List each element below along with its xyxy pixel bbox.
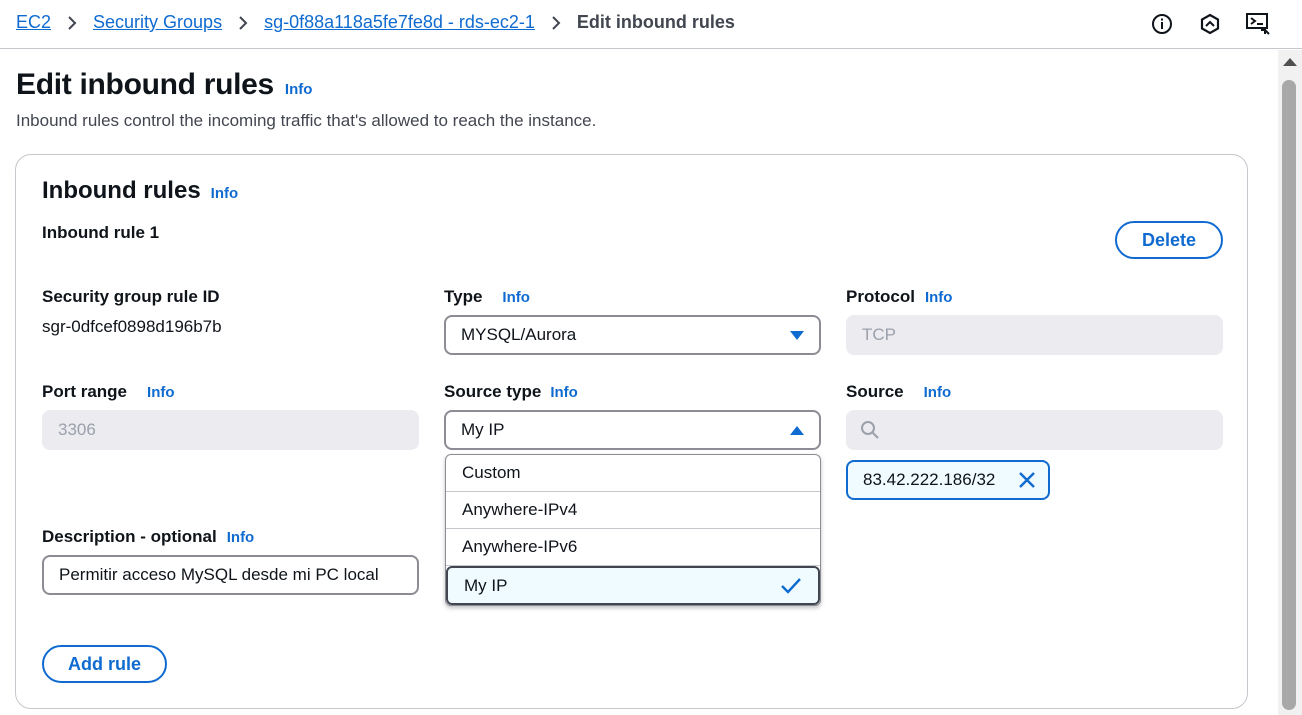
page-title: Edit inbound rules <box>16 68 274 101</box>
info-circle-icon[interactable] <box>1148 11 1176 37</box>
protocol-info-link[interactable]: Info <box>925 289 953 306</box>
source-label: Source Info <box>846 382 951 402</box>
type-info-link[interactable]: Info <box>502 289 530 306</box>
chevron-right-icon <box>67 15 77 31</box>
top-icons <box>1148 11 1272 37</box>
scrollbar[interactable] <box>1278 50 1302 715</box>
dropdown-option-label: Custom <box>462 463 521 482</box>
protocol-input: TCP <box>846 315 1223 355</box>
rule-title: Inbound rule 1 <box>42 223 160 242</box>
source-label-text: Source <box>846 382 904 401</box>
type-select-value: MYSQL/Aurora <box>461 325 577 344</box>
source-type-dropdown: Custom Anywhere-IPv4 Anywhere-IPv6 My IP <box>445 454 821 606</box>
scrollbar-thumb[interactable] <box>1282 80 1296 710</box>
checkmark-icon <box>780 577 802 595</box>
breadcrumb: EC2 Security Groups sg-0f88a118a5fe7fe8d… <box>16 12 735 33</box>
rule-id-label: Security group rule ID <box>42 287 220 307</box>
port-range-input: 3306 <box>42 410 419 450</box>
breadcrumb-ec2-link[interactable]: EC2 <box>16 12 51 33</box>
caret-up-icon <box>790 425 804 435</box>
page-header: Edit inbound rules Info <box>16 68 312 102</box>
scroll-up-arrow-icon[interactable] <box>1283 58 1297 66</box>
dropdown-option-custom[interactable]: Custom <box>446 455 820 492</box>
section-header: Inbound rules Info <box>42 177 238 205</box>
breadcrumb-security-group-link[interactable]: sg-0f88a118a5fe7fe8d - rds-ec2-1 <box>264 12 535 33</box>
rule-id-value: sgr-0dfcef0898d196b7b <box>42 317 222 336</box>
protocol-value: TCP <box>862 325 896 344</box>
page-info-link[interactable]: Info <box>285 81 313 98</box>
inbound-rules-container: Inbound rules Info Inbound rule 1 Delete… <box>15 154 1248 709</box>
description-input[interactable]: Permitir acceso MySQL desde mi PC local <box>42 555 419 595</box>
chevron-right-icon <box>238 15 248 31</box>
type-select[interactable]: MYSQL/Aurora <box>444 315 821 355</box>
protocol-label-text: Protocol <box>846 287 915 306</box>
rule-id-label-text: Security group rule ID <box>42 287 220 306</box>
close-icon[interactable] <box>1018 471 1036 489</box>
type-label: Type Info <box>444 287 530 307</box>
breadcrumb-security-groups-link[interactable]: Security Groups <box>93 12 222 33</box>
source-info-link[interactable]: Info <box>924 384 952 401</box>
description-label-text: Description - optional <box>42 527 217 546</box>
dropdown-option-anywhere-ipv4[interactable]: Anywhere-IPv4 <box>446 492 820 529</box>
section-info-link[interactable]: Info <box>211 185 239 202</box>
breadcrumb-current: Edit inbound rules <box>576 12 735 32</box>
port-range-value: 3306 <box>58 420 96 439</box>
source-type-select[interactable]: My IP <box>444 410 821 450</box>
source-type-info-link[interactable]: Info <box>550 384 578 401</box>
source-token-label: 83.42.222.186/32 <box>863 470 996 489</box>
source-type-label: Source type Info <box>444 382 578 402</box>
source-token: 83.42.222.186/32 <box>846 460 1050 500</box>
chevron-right-icon <box>551 15 561 31</box>
caret-down-icon <box>790 330 804 340</box>
port-range-label-text: Port range <box>42 382 128 401</box>
dropdown-option-my-ip[interactable]: My IP <box>446 566 820 605</box>
source-type-select-value: My IP <box>461 420 505 439</box>
description-info-link[interactable]: Info <box>227 529 255 546</box>
description-value: Permitir acceso MySQL desde mi PC local <box>59 565 379 584</box>
feedback-icon[interactable] <box>1244 11 1272 37</box>
page-description: Inbound rules control the incoming traff… <box>16 111 597 130</box>
notifications-icon[interactable] <box>1196 11 1224 37</box>
port-range-info-link[interactable]: Info <box>147 384 175 401</box>
add-rule-button[interactable]: Add rule <box>42 645 167 683</box>
type-label-text: Type <box>444 287 483 306</box>
section-title: Inbound rules <box>42 177 201 204</box>
source-type-label-text: Source type <box>444 382 542 401</box>
protocol-label: Protocol Info <box>846 287 952 307</box>
dropdown-option-anywhere-ipv6[interactable]: Anywhere-IPv6 <box>446 529 820 566</box>
source-search-input[interactable] <box>846 410 1223 450</box>
dropdown-option-label: Anywhere-IPv6 <box>462 537 578 556</box>
dropdown-option-label: Anywhere-IPv4 <box>462 500 578 519</box>
description-label: Description - optional Info <box>42 527 254 547</box>
search-icon <box>860 420 880 440</box>
port-range-label: Port range Info <box>42 382 175 402</box>
dropdown-option-label: My IP <box>464 575 508 595</box>
top-bar: EC2 Security Groups sg-0f88a118a5fe7fe8d… <box>0 0 1302 49</box>
delete-button[interactable]: Delete <box>1115 221 1223 259</box>
